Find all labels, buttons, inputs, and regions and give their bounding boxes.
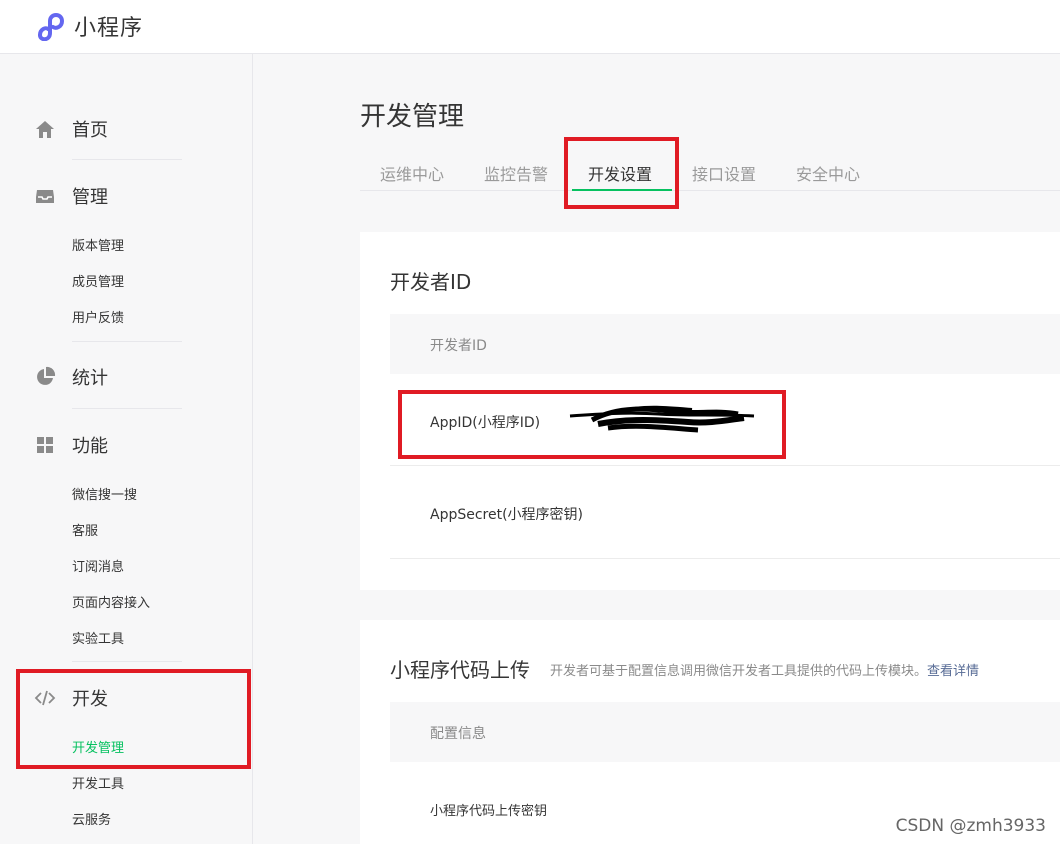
sidebar-subitem-customer-service[interactable]: 客服 — [72, 520, 98, 539]
row-divider — [390, 558, 1060, 559]
sidebar-divider — [72, 341, 182, 342]
sidebar-item-features[interactable]: 功能 — [34, 432, 108, 458]
tab-security-center[interactable]: 安全中心 — [796, 161, 860, 185]
sidebar-item-label: 功能 — [72, 436, 108, 457]
page-title: 开发管理 — [360, 102, 465, 132]
description-text: 开发者可基于配置信息调用微信开发者工具提供的代码上传模块。 — [550, 664, 928, 679]
row-divider — [390, 465, 1060, 466]
sidebar-subitem-feedback[interactable]: 用户反馈 — [72, 307, 124, 326]
watermark: CSDN @zmh3933 — [895, 816, 1046, 836]
pie-chart-icon — [34, 366, 56, 388]
sidebar-subitem-dev-tools[interactable]: 开发工具 — [72, 773, 124, 792]
card-title: 小程序代码上传 — [390, 658, 530, 682]
card-description: 开发者可基于配置信息调用微信开发者工具提供的代码上传模块。查看详情 — [550, 660, 979, 679]
sidebar-item-label: 统计 — [72, 368, 108, 389]
table-header-label: 开发者ID — [430, 338, 487, 354]
tab-ops-center[interactable]: 运维中心 — [380, 161, 444, 185]
sidebar-subitem-page-content[interactable]: 页面内容接入 — [72, 592, 150, 611]
sidebar-subitem-cloud-service[interactable]: 云服务 — [72, 809, 111, 828]
sidebar-item-home[interactable]: 首页 — [34, 116, 108, 142]
card-title: 开发者ID — [390, 270, 472, 294]
sidebar-subitem-members[interactable]: 成员管理 — [72, 271, 124, 290]
miniprogram-logo-icon — [38, 13, 65, 41]
sidebar-item-management[interactable]: 管理 — [34, 183, 108, 209]
tab-api-settings[interactable]: 接口设置 — [692, 161, 756, 185]
view-details-link[interactable]: 查看详情 — [927, 664, 979, 679]
sidebar-subitem-subscribe-message[interactable]: 订阅消息 — [72, 556, 124, 575]
sidebar-subitem-experiment-tools[interactable]: 实验工具 — [72, 628, 124, 647]
table-header: 开发者ID — [390, 314, 1060, 374]
sidebar-divider — [72, 408, 182, 409]
grid-icon — [34, 434, 56, 456]
sidebar-item-label: 管理 — [72, 187, 108, 208]
sidebar-item-statistics[interactable]: 统计 — [34, 364, 108, 390]
home-icon — [34, 118, 56, 140]
table-header: 配置信息 — [390, 702, 1060, 762]
sidebar-divider — [72, 661, 182, 662]
sidebar-item-label: 首页 — [72, 120, 108, 141]
appsecret-label: AppSecret(小程序密钥) — [430, 507, 584, 523]
highlight-box-development — [16, 669, 251, 769]
highlight-box-dev-settings-tab — [564, 137, 679, 209]
logo[interactable]: 小程序 — [34, 10, 143, 42]
table-header-label: 配置信息 — [430, 726, 486, 742]
code-upload-card: 小程序代码上传 开发者可基于配置信息调用微信开发者工具提供的代码上传模块。查看详… — [360, 620, 1060, 844]
sidebar-subitem-wechat-search[interactable]: 微信搜一搜 — [72, 484, 137, 503]
sidebar-subitem-version[interactable]: 版本管理 — [72, 235, 124, 254]
inbox-icon — [34, 185, 56, 207]
tab-monitoring-alerts[interactable]: 监控告警 — [484, 161, 548, 185]
sidebar-divider — [72, 159, 182, 160]
top-bar: 小程序 — [0, 0, 1060, 54]
upload-key-label: 小程序代码上传密钥 — [430, 804, 548, 819]
brand-name: 小程序 — [74, 16, 144, 41]
highlight-box-appid — [398, 390, 786, 459]
